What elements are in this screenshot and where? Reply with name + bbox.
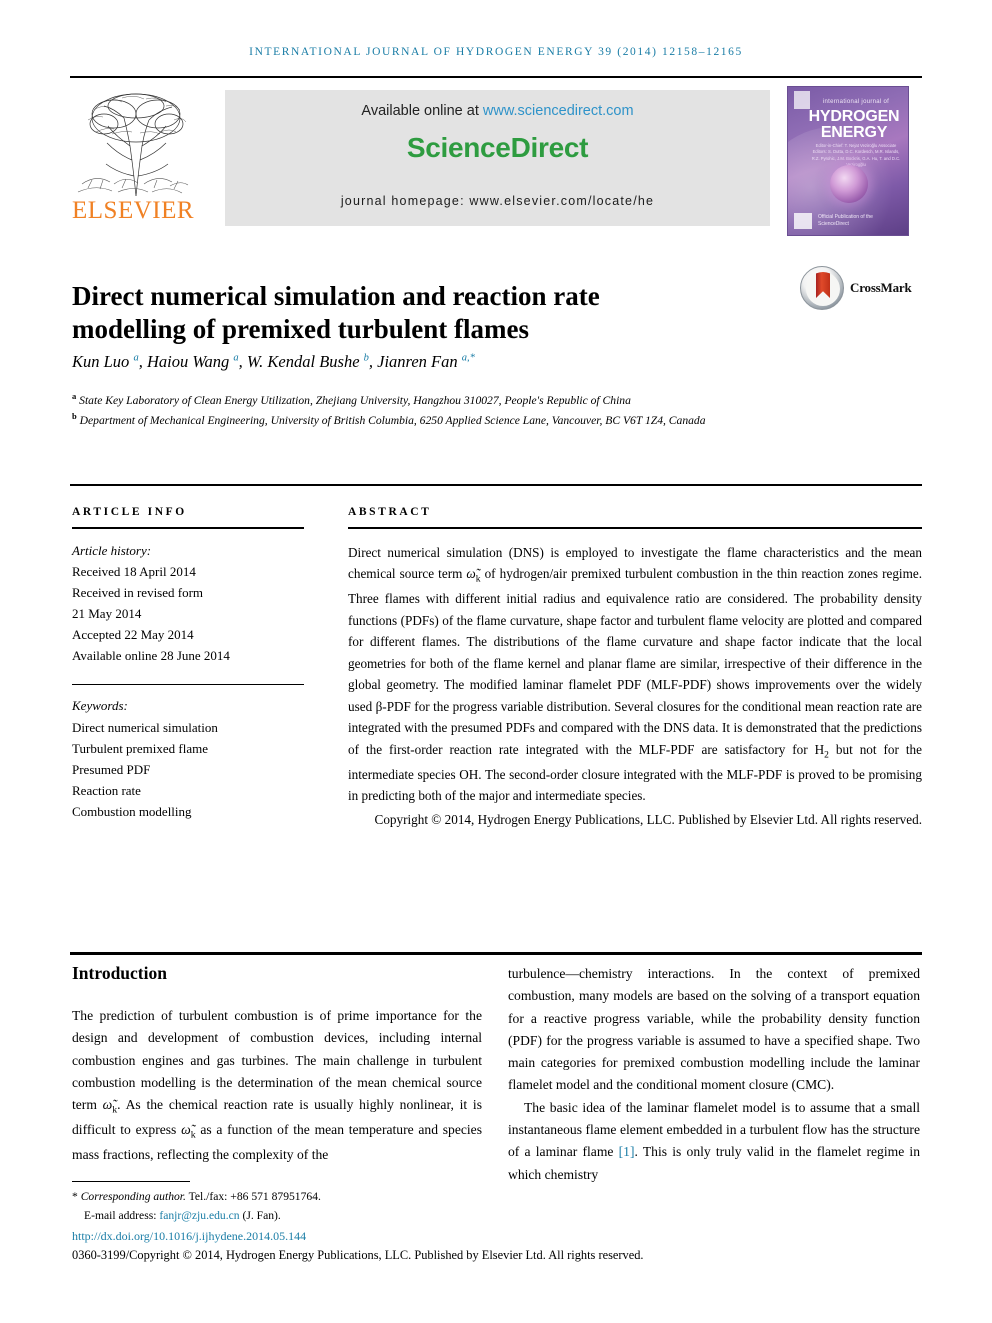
abstract-heading: ABSTRACT [348,506,432,518]
masthead: ELSEVIER Available online at www.science… [70,86,922,236]
running-head: INTERNATIONAL JOURNAL OF HYDROGEN ENERGY… [249,46,743,58]
available-online-line: Available online at www.sciencedirect.co… [225,103,770,119]
footnote-block: * Corresponding author. Tel./fax: +86 57… [72,1188,772,1226]
abstract-source-term-symbol: ω̃ [466,566,476,582]
history-item: Available online 28 June 2014 [72,647,230,663]
page-title: Direct numerical simulation and reaction… [72,281,600,345]
cover-title-line2: ENERGY [820,124,888,141]
doi-link[interactable]: http://dx.doi.org/10.1016/j.ijhydene.201… [72,1229,306,1244]
history-item: Accepted 22 May 2014 [72,626,194,642]
sciencedirect-wordmark[interactable]: ScienceDirect [225,132,770,164]
intro-paragraph-right-1: turbulence—chemistry interactions. In th… [508,966,920,1093]
abstract-part-2: of hydrogen/air premixed turbulent combu… [348,566,922,757]
section-heading-introduction: Introduction [72,963,167,983]
keywords-label: Keywords: [72,698,128,714]
intro-symbol-2: ω̃ [181,1121,191,1137]
abstract-column: ABSTRACT Direct numerical simulation (DN… [348,506,922,831]
crossmark-inner-icon [806,272,840,306]
affiliations: a State Key Laboratory of Clean Energy U… [72,390,772,430]
cover-publisher-mark-icon [794,213,812,229]
email-suffix: (J. Fan). [239,1208,281,1222]
keyword-item: Turbulent premixed flame [72,740,208,756]
corresponding-author-label: Corresponding author. [80,1190,186,1203]
cover-editors-text: Editor-in-Chief: T. Nejat Veziroğlu Asso… [811,143,901,167]
cover-title-line1: HYDROGEN [808,108,900,125]
abstract-rule [348,527,922,529]
crossmark-badge[interactable]: CrossMark [800,266,920,312]
issn-copyright-line: 0360-3199/Copyright © 2014, Hydrogen Ene… [72,1248,644,1262]
email-note: E-mail address: fanjr@zju.edu.cn (J. Fan… [72,1207,772,1226]
article-info-column: ARTICLE INFO Article history: Received 1… [72,506,304,822]
keywords-rule [72,683,304,686]
body-right-column: turbulence—chemistry interactions. In th… [508,963,920,1186]
crossmark-ribbon-icon [816,272,830,298]
abstract-text: Direct numerical simulation (DNS) is emp… [348,542,922,807]
affiliation-a-text: State Key Laboratory of Clean Energy Uti… [79,393,631,407]
elsevier-wordmark: ELSEVIER [72,197,195,224]
sciencedirect-url-link[interactable]: www.sciencedirect.com [483,103,634,119]
body-top-rule [70,952,922,955]
affiliation-b-text: Department of Mechanical Engineering, Un… [79,414,706,428]
available-online-text: Available online at [361,103,483,119]
cover-kicker: international journal of [822,99,890,105]
cover-sphere-graphic [830,165,868,203]
cover-bottom-note: Official Publication of the ScienceDirec… [818,214,873,227]
corresponding-author-note: * Corresponding author. Tel./fax: +86 57… [72,1190,321,1203]
author-list: Kun Luo a, Haiou Wang a, W. Kendal Bushe… [72,352,475,371]
journal-article-page: INTERNATIONAL JOURNAL OF HYDROGEN ENERGY… [0,0,992,1323]
keyword-item: Direct numerical simulation [72,719,218,735]
keyword-item: Reaction rate [72,782,141,798]
abstract-block-top-rule [70,484,922,486]
article-info-heading: ARTICLE INFO [72,506,187,518]
affiliation-b: b Department of Mechanical Engineering, … [72,410,772,430]
intro-paragraph-left: The prediction of turbulent combustion i… [72,1005,482,1166]
article-history-label: Article history: [72,542,152,558]
elsevier-logo: ELSEVIER [70,86,220,234]
journal-homepage-line[interactable]: journal homepage: www.elsevier.com/locat… [225,194,770,208]
affiliation-a: a State Key Laboratory of Clean Energy U… [72,390,772,410]
elsevier-tree-icon [74,88,198,200]
history-item: Received 18 April 2014 [72,563,196,579]
history-item: 21 May 2014 [72,605,142,621]
email-link[interactable]: fanjr@zju.edu.cn [159,1209,239,1222]
corresponding-author-tel: Tel./fax: +86 571 87951764. [185,1190,321,1203]
intro-symbol-1: ω̃ [102,1097,113,1113]
affiliation-mark-b: b [72,411,77,422]
keyword-item: Presumed PDF [72,761,151,777]
crossmark-label: CrossMark [850,280,912,295]
article-info-rule [72,527,304,529]
history-item: Received in revised form [72,584,204,600]
article-history: Article history: Received 18 April 2014 … [72,540,304,666]
crossmark-circle-icon [800,266,844,310]
abstract-copyright: Copyright © 2014, Hydrogen Energy Public… [374,812,922,827]
citation-link-1[interactable]: [1] [619,1144,635,1159]
email-label: E-mail address: [84,1208,160,1222]
header-rule [70,76,922,78]
journal-cover-thumbnail[interactable]: international journal of HYDROGEN ENERGY… [787,86,909,236]
affiliation-mark-a: a [72,391,77,401]
sciencedirect-banner: Available online at www.sciencedirect.co… [225,90,770,226]
intro-paragraph-right-2: The basic idea of the laminar flamelet m… [508,1097,920,1186]
body-left-column: Introduction The prediction of turbulent… [72,963,482,1166]
keywords-list: Keywords: Direct numerical simulation Tu… [72,695,304,821]
keyword-item: Combustion modelling [72,803,192,819]
footnote-rule [72,1181,190,1183]
